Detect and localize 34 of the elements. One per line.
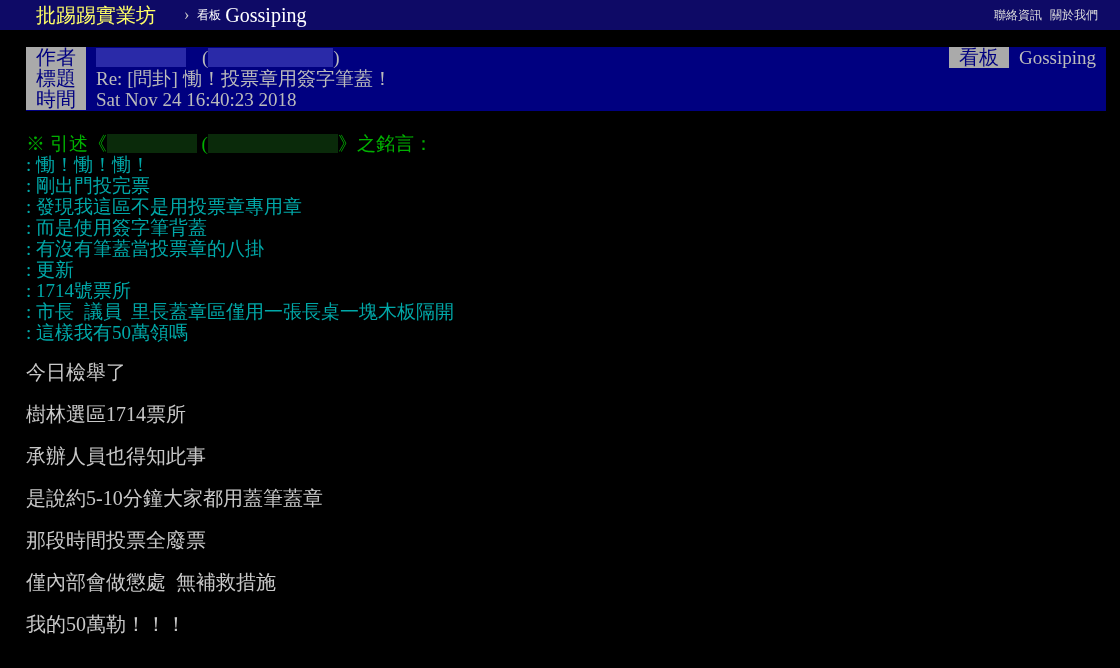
quoted-line: : 這樣我有50萬領嗎 [26, 322, 190, 343]
nav-link[interactable]: 關於我們 [1050, 6, 1098, 24]
nav-link[interactable]: 聯絡資訊 [994, 6, 1042, 24]
body-line: 我的50萬勒！！！ [26, 612, 187, 637]
quote-header-text: ※ 引述《 [26, 131, 107, 155]
quoted-line: : 有沒有筆蓋當投票章的八掛 [26, 238, 266, 259]
meta-value: Re: [問卦] 慟！投票章用簽字筆蓋！ [96, 68, 392, 89]
body-line: 承辦人員也得知此事 [26, 444, 207, 469]
quoted-line: : 慟！慟！慟！ [26, 154, 152, 175]
meta-value: Sat Nov 24 16:40:23 2018 [96, 89, 297, 110]
meta-label: 時間 [26, 89, 86, 110]
paren-text: ( [202, 47, 209, 68]
meta-value: Gossiping [1018, 47, 1096, 68]
quoted-line: : 剛出門投完票 [26, 175, 152, 196]
quoted-line: : 更新 [26, 259, 76, 280]
body-line: 那段時間投票全廢票 [26, 528, 207, 553]
quoted-line: : 而是使用簽字筆背蓋 [26, 217, 209, 238]
quoted-line: : 發現我這區不是用投票章專用章 [26, 196, 304, 217]
board-label: 看板 [197, 6, 222, 24]
body-line: 僅內部會做懲處 無補救措施 [26, 570, 277, 595]
site-logo-link[interactable]: 批踢踢實業坊 [36, 1, 156, 29]
paren-text: ) [333, 47, 340, 68]
body-line: 今日檢舉了 [26, 360, 127, 385]
quoted-line: : 1714號票所 [26, 280, 133, 301]
quoted-line: : 市長 議員 里長蓋章區僅用一張長桌一塊木板隔開 [26, 301, 456, 322]
quote-header-text: ( [200, 132, 208, 155]
meta-label: 標題 [26, 68, 86, 89]
body-line: 是說約5-10分鐘大家都用蓋筆蓋章 [26, 486, 324, 511]
quote-header-text: 》之銘言： [337, 131, 433, 156]
meta-label: 看板 [948, 47, 1009, 68]
breadcrumb-separator: › [184, 6, 190, 24]
meta-label: 作者 [26, 47, 86, 68]
body-line: 樹林選區1714票所 [26, 402, 187, 427]
board-link[interactable]: Gossiping [225, 3, 307, 27]
